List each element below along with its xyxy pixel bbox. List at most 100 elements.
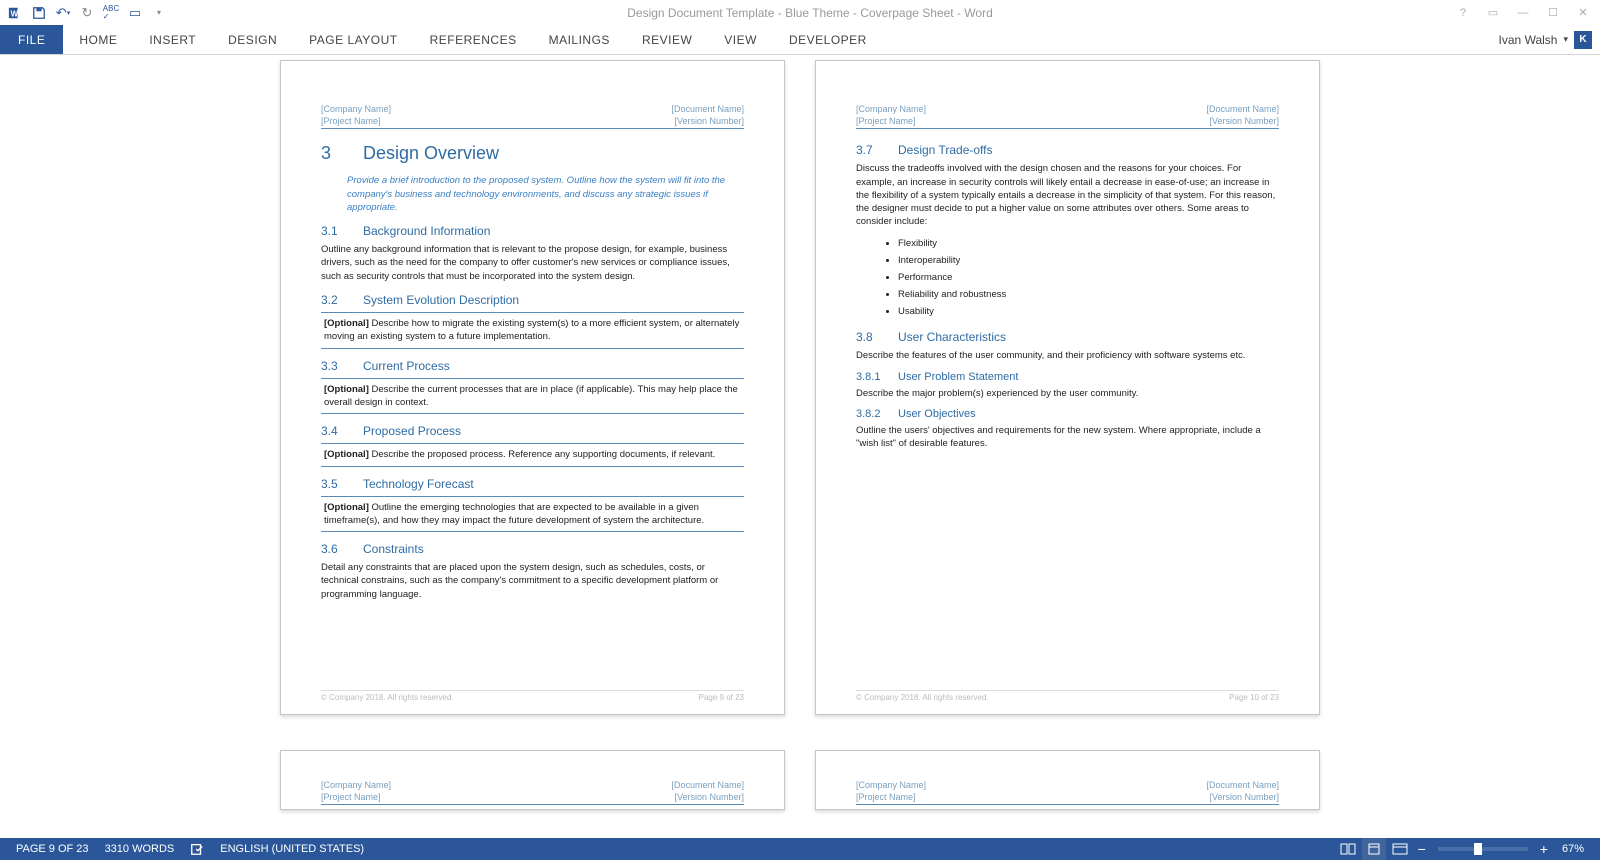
intro-text: Provide a brief introduction to the prop…: [321, 174, 744, 214]
page-header: [Company Name][Project Name] [Document N…: [321, 779, 744, 805]
bullet-item: Interoperability: [898, 252, 1279, 269]
header-version: [Version Number]: [1206, 791, 1279, 803]
heading-3-6: 3.6Constraints: [321, 542, 744, 556]
read-mode-icon[interactable]: [1336, 838, 1360, 860]
header-company: [Company Name]: [856, 103, 926, 115]
body-3-3: [Optional] Describe the current processe…: [321, 378, 744, 415]
header-version: [Version Number]: [1206, 115, 1279, 127]
bullet-item: Reliability and robustness: [898, 286, 1279, 303]
status-page[interactable]: PAGE 9 OF 23: [8, 838, 97, 860]
body-3-6: Detail any constraints that are placed u…: [321, 561, 744, 601]
bullet-item: Usability: [898, 303, 1279, 320]
header-company: [Company Name]: [856, 779, 926, 791]
bullet-item: Flexibility: [898, 235, 1279, 252]
tab-view[interactable]: VIEW: [708, 25, 773, 54]
heading-3-7: 3.7Design Trade-offs: [856, 143, 1279, 157]
body-3-8: Describe the features of the user commun…: [856, 349, 1279, 362]
status-bar: PAGE 9 OF 23 3310 WORDS ENGLISH (UNITED …: [0, 838, 1600, 860]
body-3-5: [Optional] Outline the emerging technolo…: [321, 496, 744, 533]
user-avatar: K: [1574, 31, 1592, 49]
window-title: Design Document Template - Blue Theme - …: [170, 6, 1450, 20]
body-3-2: [Optional] Describe how to migrate the e…: [321, 312, 744, 349]
heading-3-8-1: 3.8.1User Problem Statement: [856, 371, 1279, 383]
page-11: [Company Name][Project Name] [Document N…: [280, 750, 785, 810]
header-docname: [Document Name]: [1206, 779, 1279, 791]
tab-developer[interactable]: DEVELOPER: [773, 25, 883, 54]
tab-page-layout[interactable]: PAGE LAYOUT: [293, 25, 413, 54]
web-layout-icon[interactable]: [1388, 838, 1412, 860]
status-language[interactable]: ENGLISH (UNITED STATES): [212, 838, 372, 860]
header-version: [Version Number]: [671, 791, 744, 803]
body-3-8-1: Describe the major problem(s) experience…: [856, 387, 1279, 400]
page-footer: © Company 2018. All rights reserved.Page…: [856, 690, 1279, 702]
svg-text:W: W: [11, 9, 19, 18]
header-project: [Project Name]: [856, 791, 926, 803]
header-company: [Company Name]: [321, 103, 391, 115]
header-docname: [Document Name]: [671, 779, 744, 791]
print-layout-icon[interactable]: [1362, 838, 1386, 860]
undo-button[interactable]: ↶▾: [52, 2, 74, 24]
header-version: [Version Number]: [671, 115, 744, 127]
body-3-4: [Optional] Describe the proposed process…: [321, 443, 744, 466]
status-proofing-icon[interactable]: [182, 838, 212, 860]
header-project: [Project Name]: [321, 791, 391, 803]
zoom-slider-thumb[interactable]: [1474, 843, 1482, 855]
zoom-in-button[interactable]: +: [1536, 841, 1552, 857]
title-bar: W ↶▾ ↻ ABC✓ ▭ ▾ Design Document Template…: [0, 0, 1600, 25]
heading-3-1: 3.1Background Information: [321, 224, 744, 238]
header-company: [Company Name]: [321, 779, 391, 791]
zoom-level[interactable]: 67%: [1554, 843, 1592, 855]
word-app-icon[interactable]: W: [4, 2, 26, 24]
header-docname: [Document Name]: [1206, 103, 1279, 115]
user-dropdown-icon: ▾: [1563, 34, 1568, 45]
page-10: [Company Name][Project Name] [Document N…: [815, 60, 1320, 715]
user-name: Ivan Walsh: [1499, 33, 1558, 47]
save-button[interactable]: [28, 2, 50, 24]
heading-3-2: 3.2System Evolution Description: [321, 293, 744, 307]
page-header: [Company Name][Project Name] [Document N…: [856, 779, 1279, 805]
heading-3-8-2: 3.8.2User Objectives: [856, 408, 1279, 420]
tab-design[interactable]: DESIGN: [212, 25, 293, 54]
header-project: [Project Name]: [856, 115, 926, 127]
close-button[interactable]: ✕: [1570, 3, 1596, 23]
page-9: [Company Name][Project Name] [Document N…: [280, 60, 785, 715]
qat-button[interactable]: ▭: [124, 2, 146, 24]
tab-mailings[interactable]: MAILINGS: [533, 25, 626, 54]
tab-home[interactable]: HOME: [63, 25, 133, 54]
body-3-8-2: Outline the users' objectives and requir…: [856, 424, 1279, 451]
header-project: [Project Name]: [321, 115, 391, 127]
heading-3-3: 3.3Current Process: [321, 359, 744, 373]
tab-references[interactable]: REFERENCES: [414, 25, 533, 54]
page-header: [Company Name][Project Name] [Document N…: [321, 103, 744, 129]
quick-access-toolbar: W ↶▾ ↻ ABC✓ ▭ ▾: [4, 2, 170, 24]
page-12: [Company Name][Project Name] [Document N…: [815, 750, 1320, 810]
heading-3-8: 3.8User Characteristics: [856, 330, 1279, 344]
maximize-button[interactable]: ☐: [1540, 3, 1566, 23]
status-words[interactable]: 3310 WORDS: [97, 838, 183, 860]
redo-button[interactable]: ↻: [76, 2, 98, 24]
header-docname: [Document Name]: [671, 103, 744, 115]
zoom-out-button[interactable]: −: [1414, 841, 1430, 857]
heading-3-4: 3.4Proposed Process: [321, 424, 744, 438]
minimize-button[interactable]: —: [1510, 3, 1536, 23]
user-account[interactable]: Ivan Walsh ▾ K: [1499, 25, 1600, 54]
heading-3-5: 3.5Technology Forecast: [321, 477, 744, 491]
window-controls: ? ▭ — ☐ ✕: [1450, 3, 1596, 23]
ribbon: FILE HOME INSERT DESIGN PAGE LAYOUT REFE…: [0, 25, 1600, 55]
spelling-button[interactable]: ABC✓: [100, 2, 122, 24]
body-3-7: Discuss the tradeoffs involved with the …: [856, 162, 1279, 228]
qat-customize-button[interactable]: ▾: [148, 2, 170, 24]
ribbon-display-button[interactable]: ▭: [1480, 3, 1506, 23]
heading-3: 3Design Overview: [321, 143, 744, 164]
page-header: [Company Name][Project Name] [Document N…: [856, 103, 1279, 129]
tradeoff-bullets: Flexibility Interoperability Performance…: [898, 235, 1279, 320]
tab-insert[interactable]: INSERT: [133, 25, 212, 54]
help-button[interactable]: ?: [1450, 3, 1476, 23]
page-footer: © Company 2018. All rights reserved.Page…: [321, 690, 744, 702]
tab-review[interactable]: REVIEW: [626, 25, 708, 54]
document-area[interactable]: [Company Name][Project Name] [Document N…: [0, 55, 1600, 838]
zoom-slider[interactable]: [1438, 847, 1528, 851]
bullet-item: Performance: [898, 269, 1279, 286]
body-3-1: Outline any background information that …: [321, 243, 744, 283]
tab-file[interactable]: FILE: [0, 25, 63, 54]
